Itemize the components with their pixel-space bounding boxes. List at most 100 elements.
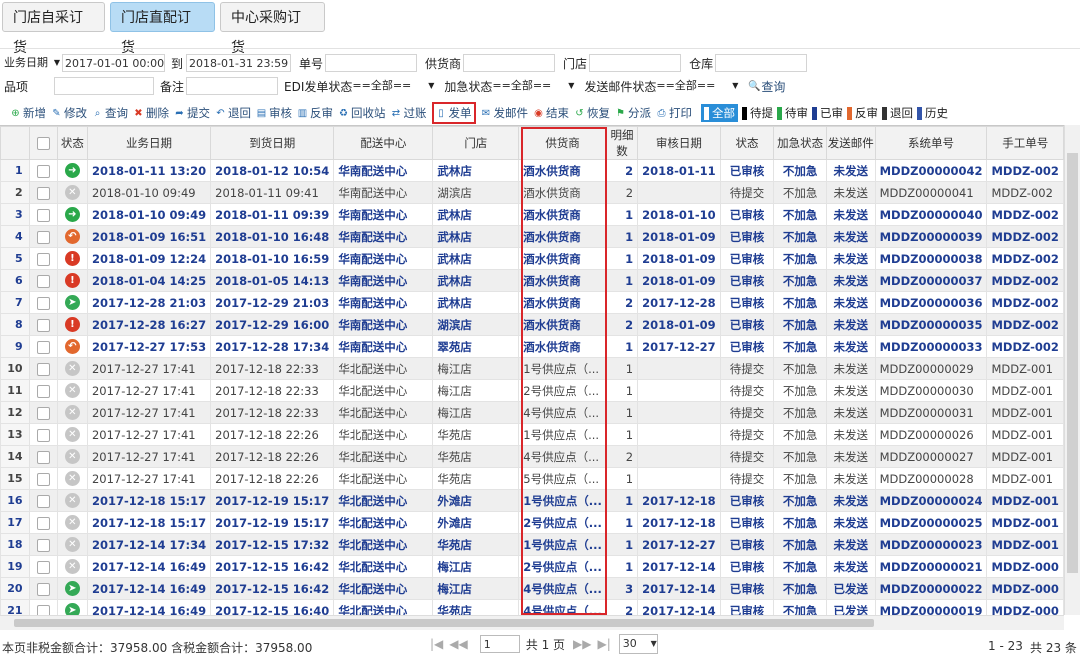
query-button[interactable]: 🔍 查询 <box>748 78 785 95</box>
status-filter[interactable]: 已审 <box>812 105 843 121</box>
row-checkbox[interactable] <box>36 582 50 596</box>
header-col[interactable]: 配送中心 <box>333 126 434 160</box>
toolbar-button-submit[interactable]: ➦ 提交 <box>174 105 210 121</box>
row-checkbox[interactable] <box>36 274 50 288</box>
vertical-scroll-thumb[interactable] <box>1067 153 1078 573</box>
row-checkbox[interactable] <box>36 450 50 464</box>
row-checkbox[interactable] <box>36 538 50 552</box>
row-checkbox[interactable] <box>36 318 50 332</box>
status-filter[interactable]: 退回 <box>882 105 913 121</box>
toolbar-button-assign[interactable]: ⚑ 分派 <box>615 105 651 121</box>
next-page-icon[interactable]: ▶▶ <box>573 637 591 651</box>
status-filter[interactable]: 待提 <box>742 105 773 121</box>
row-checkbox[interactable] <box>36 296 50 310</box>
header-col[interactable]: 系统单号 <box>874 126 988 160</box>
row-checkbox[interactable] <box>36 164 50 178</box>
header-col[interactable]: 供货商 <box>518 126 607 160</box>
urgent-status-select[interactable]: ==全部== <box>492 77 574 95</box>
toolbar-button-print[interactable]: ⎙ 打印 <box>656 105 693 121</box>
edi-status-select[interactable]: ==全部== <box>352 77 434 95</box>
horizontal-scrollbar[interactable] <box>0 615 1064 630</box>
status-filter[interactable]: 待审 <box>777 105 808 121</box>
row-select-cell[interactable] <box>28 247 58 270</box>
toolbar-button-restore[interactable]: ↺ 恢复 <box>574 105 610 121</box>
table-row[interactable]: 1 ➜ 2018-01-11 13:20 2018-01-12 10:54 华南配送中心… <box>0 159 1064 182</box>
row-select-cell[interactable] <box>28 401 58 424</box>
header-select-all[interactable] <box>28 126 58 160</box>
toolbar-button-return[interactable]: ↶ 退回 <box>215 105 251 121</box>
table-row[interactable]: 20 ➤ 2017-12-14 16:49 2017-12-15 16:42 华北配送中… <box>0 577 1064 600</box>
table-row[interactable]: 16 ✕ 2017-12-18 15:17 2017-12-19 15:17 华北配送中… <box>0 489 1064 512</box>
header-col[interactable]: 审核日期 <box>637 126 721 160</box>
row-select-cell[interactable] <box>28 181 58 204</box>
row-checkbox[interactable] <box>36 208 50 222</box>
row-select-cell[interactable] <box>28 467 58 490</box>
page-number-input[interactable]: 1 <box>479 635 520 653</box>
table-row[interactable]: 13 ✕ 2017-12-27 17:41 2017-12-18 22:26 华北配送中… <box>0 423 1064 446</box>
row-checkbox[interactable] <box>36 186 50 200</box>
table-row[interactable]: 15 ✕ 2017-12-27 17:41 2017-12-18 22:26 华北配送中… <box>0 467 1064 490</box>
toolbar-button-edit[interactable]: ✎ 修改 <box>51 105 87 121</box>
row-select-cell[interactable] <box>28 599 58 616</box>
table-row[interactable]: 17 ✕ 2017-12-18 15:17 2017-12-19 15:17 华北配送中… <box>0 511 1064 534</box>
table-row[interactable]: 14 ✕ 2017-12-27 17:41 2017-12-18 22:26 华北配送中… <box>0 445 1064 468</box>
mail-status-select[interactable]: ==全部== <box>656 77 738 95</box>
vertical-scrollbar[interactable] <box>1064 125 1080 615</box>
row-select-cell[interactable] <box>28 533 58 556</box>
row-checkbox[interactable] <box>36 252 50 266</box>
toolbar-button-search[interactable]: ⌕ 查询 <box>92 105 128 121</box>
row-select-cell[interactable] <box>28 335 58 358</box>
header-col[interactable]: 状态 <box>56 126 88 160</box>
table-row[interactable]: 19 ✕ 2017-12-14 16:49 2017-12-15 16:42 华北配送中… <box>0 555 1064 578</box>
item-input[interactable] <box>54 77 154 95</box>
row-select-cell[interactable] <box>28 357 58 380</box>
table-row[interactable]: 11 ✕ 2017-12-27 17:41 2017-12-18 22:33 华北配送中… <box>0 379 1064 402</box>
status-filter[interactable]: 反审 <box>847 105 878 121</box>
toolbar-button-delete[interactable]: ✖ 删除 <box>133 105 169 121</box>
tab-store-self-purchase[interactable]: 门店自采订货 <box>2 2 105 56</box>
table-row[interactable]: 8! 2017-12-28 16:27 2017-12-29 16:00 华南配送中心… <box>0 313 1064 336</box>
row-select-cell[interactable] <box>28 159 58 182</box>
select-all-checkbox[interactable] <box>36 137 50 150</box>
row-select-cell[interactable] <box>28 445 58 468</box>
table-row[interactable]: 18 ✕ 2017-12-14 17:34 2017-12-15 17:32 华北配送中… <box>0 533 1064 556</box>
date-from-input[interactable]: 2017-01-01 00:00 <box>62 54 165 72</box>
remark-input[interactable] <box>186 77 279 95</box>
row-select-cell[interactable] <box>28 225 58 248</box>
toolbar-button-end[interactable]: ◉ 结束 <box>533 105 569 121</box>
row-checkbox[interactable] <box>36 362 50 376</box>
toolbar-button-mail[interactable]: ✉ 发邮件 <box>481 105 528 121</box>
supplier-input[interactable] <box>463 54 556 72</box>
table-row[interactable]: 3 ➜ 2018-01-10 09:49 2018-01-11 09:39 华南配送中心… <box>0 203 1064 226</box>
row-select-cell[interactable] <box>28 203 58 226</box>
header-col[interactable]: 发送邮件 <box>825 126 876 160</box>
first-page-icon[interactable]: |◀ <box>430 637 443 651</box>
row-select-cell[interactable] <box>28 269 58 292</box>
row-checkbox[interactable] <box>36 406 50 420</box>
page-size-select[interactable]: 30 <box>618 634 658 654</box>
row-select-cell[interactable] <box>28 379 58 402</box>
header-col[interactable]: 状态 <box>719 126 775 160</box>
header-col[interactable]: 业务日期 <box>86 126 212 160</box>
row-select-cell[interactable] <box>28 577 58 600</box>
toolbar-button-send-order[interactable]: ▯ 发单 <box>431 102 476 124</box>
table-row[interactable]: 21 ➤ 2017-12-14 16:49 2017-12-15 16:40 华北配送中… <box>0 599 1064 616</box>
header-col[interactable]: 手工单号 <box>986 126 1064 160</box>
horizontal-scroll-thumb[interactable] <box>14 619 874 627</box>
prev-page-icon[interactable]: ◀◀ <box>449 637 467 651</box>
row-select-cell[interactable] <box>28 511 58 534</box>
table-row[interactable]: 9 ↶ 2017-12-27 17:53 2017-12-28 17:34 华南配送中心… <box>0 335 1064 358</box>
row-checkbox[interactable] <box>36 494 50 508</box>
header-col[interactable]: 门店 <box>432 126 520 160</box>
row-select-cell[interactable] <box>28 555 58 578</box>
table-row[interactable]: 7 ➤ 2017-12-28 21:03 2017-12-29 21:03 华南配送中心… <box>0 291 1064 314</box>
order-no-input[interactable] <box>325 54 418 72</box>
warehouse-input[interactable] <box>715 54 808 72</box>
row-checkbox[interactable] <box>36 230 50 244</box>
row-checkbox[interactable] <box>36 516 50 530</box>
header-col[interactable]: 加急状态 <box>773 126 827 160</box>
toolbar-button-plus[interactable]: ⊕ 新增 <box>10 105 46 121</box>
header-col[interactable]: 到货日期 <box>210 126 335 160</box>
tab-central-purchase[interactable]: 中心采购订货 <box>220 2 325 56</box>
row-checkbox[interactable] <box>36 428 50 442</box>
